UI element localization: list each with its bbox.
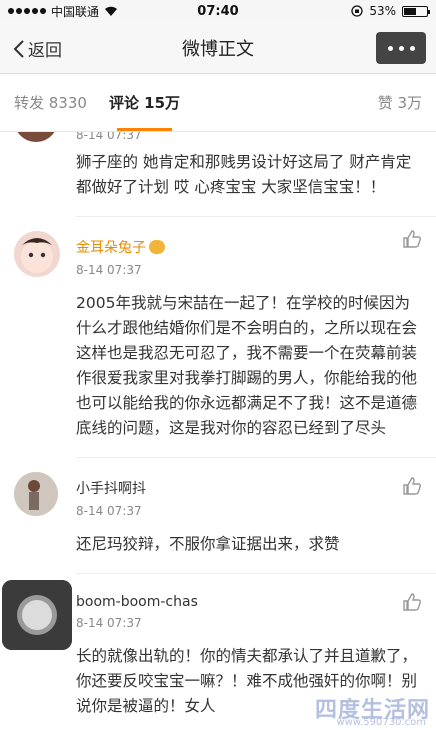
tab-repost[interactable]: 转发 8330 (14, 92, 87, 113)
more-button[interactable] (376, 32, 426, 64)
thumbs-up-icon (403, 477, 422, 495)
back-label: 返回 (28, 41, 62, 61)
avatar[interactable] (2, 580, 72, 650)
comment-text: 2005年我就与宋喆在一起了！在学校的时候因为什么才跟他结婚你们是不会明白的，之… (76, 294, 418, 437)
more-dot-icon (387, 45, 393, 51)
tab-comments[interactable]: 评论 15万 (109, 92, 180, 131)
avatar[interactable] (14, 231, 60, 277)
site-watermark-url: www.590730.com (336, 717, 426, 728)
tab-likes[interactable]: 赞 3万 (378, 92, 422, 113)
vip-crown-icon (149, 240, 165, 254)
back-button[interactable]: 返回 (12, 36, 62, 61)
comment-author[interactable]: 金耳朵兔子 (76, 235, 422, 257)
author-name: 金耳朵兔子 (76, 240, 146, 256)
comment-time: 8-14 07:37 (76, 504, 142, 518)
comment-text: 狮子座的 她肯定和那贱男设计好这局了 财产肯定都做好了计划 哎 心疼宝宝 大家坚… (76, 153, 412, 196)
avatar[interactable] (14, 472, 58, 516)
comment-item: 8-14 07:37 狮子座的 她肯定和那贱男设计好这局了 财产肯定都做好了计划… (0, 132, 436, 200)
battery-level (404, 7, 416, 15)
comment-author[interactable]: boom-boom-chas (76, 592, 422, 610)
status-time: 07:40 (197, 3, 239, 19)
comment-author[interactable]: 小手抖啊抖 (76, 476, 422, 498)
tab-bar: 转发 8330 评论 15万 赞 3万 (0, 74, 436, 132)
signal-icon (8, 8, 46, 14)
comment-time: 8-14 07:37 (76, 132, 142, 142)
comment-list[interactable]: 8-14 07:37 狮子座的 她肯定和那贱男设计好这局了 财产肯定都做好了计划… (0, 132, 436, 730)
orientation-lock-icon (351, 5, 363, 17)
battery-percent: 53% (369, 4, 396, 18)
wifi-icon (105, 6, 118, 16)
like-button[interactable] (402, 229, 422, 253)
avatar[interactable] (14, 132, 58, 142)
status-left: 中国联通 (8, 3, 118, 20)
like-button[interactable] (402, 476, 422, 500)
nav-bar: 返回 微博正文 (0, 22, 436, 74)
battery-icon (402, 5, 430, 17)
like-button[interactable] (402, 592, 422, 616)
status-bar: 中国联通 07:40 53% (0, 0, 436, 22)
thumbs-up-icon (403, 593, 422, 611)
comment-item: 金耳朵兔子 8-14 07:37 2005年我就与宋喆在一起了！在学校的时候因为… (0, 217, 436, 441)
comment-item: 小手抖啊抖 8-14 07:37 还尼玛狡辩，不服你拿证据出来，求赞 (0, 458, 436, 557)
chevron-left-icon (13, 39, 24, 58)
thumbs-up-icon (403, 230, 422, 248)
carrier-label: 中国联通 (51, 4, 100, 19)
more-dot-icon (398, 45, 404, 51)
comment-time: 8-14 07:37 (76, 616, 142, 630)
status-right: 53% (351, 4, 430, 18)
more-dot-icon (409, 45, 415, 51)
comment-text: 还尼玛狡辩，不服你拿证据出来，求赞 (76, 535, 340, 553)
comment-time: 8-14 07:37 (76, 263, 142, 277)
page-title: 微博正文 (182, 38, 254, 60)
